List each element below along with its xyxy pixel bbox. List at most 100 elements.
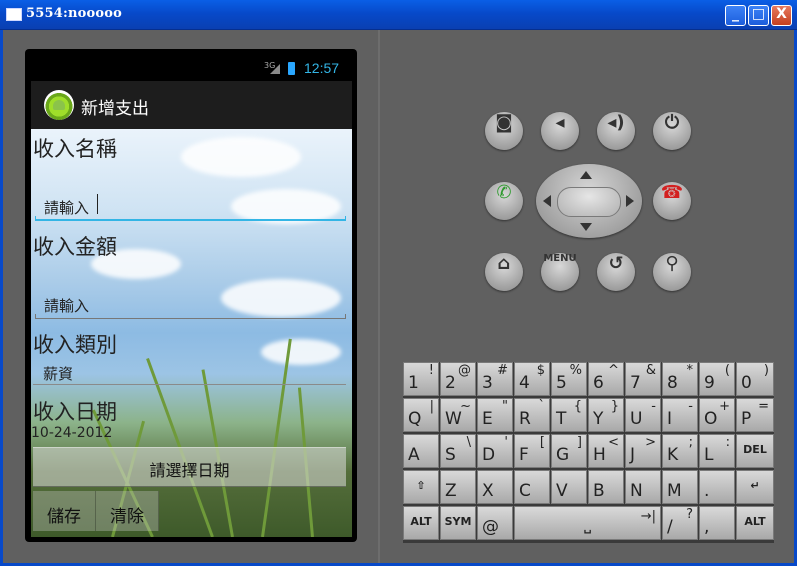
comma-key[interactable]: , <box>699 506 735 540</box>
dpad-down-icon[interactable] <box>580 223 592 231</box>
keyboard-key[interactable]: O + <box>699 398 735 432</box>
keyboard-key[interactable]: 8 * <box>662 362 698 396</box>
dpad-center-button[interactable] <box>557 187 621 217</box>
key-label: DEL <box>743 443 767 456</box>
keyboard-key[interactable]: I- <box>662 398 698 432</box>
keyboard-key[interactable]: 6 ^ <box>588 362 624 396</box>
call-button[interactable]: ✆ <box>485 182 523 220</box>
keyboard-key[interactable]: ↵ <box>736 470 774 504</box>
keyboard-key[interactable]: ⇧ <box>403 470 439 504</box>
keyboard-key[interactable]: P = <box>736 398 774 432</box>
key-alt-label: ; <box>688 435 693 450</box>
keyboard-key[interactable]: F[ <box>514 434 550 468</box>
volume-down-icon: ◂ <box>555 112 565 133</box>
sym-key[interactable]: SYM <box>440 506 476 540</box>
keyboard-key[interactable]: Q | <box>403 398 439 432</box>
battery-icon <box>288 62 295 75</box>
key-alt-label: ) <box>763 363 769 378</box>
key-alt-label: " <box>502 399 508 414</box>
key-label: I <box>667 409 673 429</box>
key-alt-label: [ <box>539 435 545 450</box>
keyboard-key[interactable]: H < <box>588 434 624 468</box>
keyboard-key[interactable]: C <box>514 470 550 504</box>
key-alt-label: + <box>719 399 730 414</box>
keyboard-key[interactable]: 4 $ <box>514 362 550 396</box>
key-label: X <box>482 481 494 501</box>
home-button[interactable]: ⌂ <box>485 253 523 291</box>
menu-button[interactable]: MENU <box>541 253 579 291</box>
dpad-up-icon[interactable] <box>580 171 592 179</box>
key-label: ␣ <box>583 521 592 534</box>
keyboard-key[interactable]: T{ <box>551 398 587 432</box>
camera-icon: ◙ <box>495 112 513 133</box>
keyboard-key[interactable]: S \ <box>440 434 476 468</box>
category-value: 薪資 <box>43 365 74 383</box>
keyboard-key[interactable]: L: <box>699 434 735 468</box>
maximize-button[interactable]: □ <box>748 5 769 26</box>
pick-date-button[interactable]: 請選擇日期 <box>33 447 346 487</box>
form-content: 收入名稱 請輸入 收入金額 請輸入 收入類別 薪資 收入日期 10-24-201… <box>31 129 352 537</box>
camera-button[interactable]: ◙ <box>485 112 523 150</box>
keyboard-key[interactable]: W ~ <box>440 398 476 432</box>
key-label: T <box>556 409 567 429</box>
keyboard-key[interactable]: 5% <box>551 362 587 396</box>
keyboard-key[interactable]: B <box>588 470 624 504</box>
android-logo-icon[interactable] <box>44 90 74 120</box>
back-button[interactable]: ↺ <box>597 253 635 291</box>
power-button[interactable]: ⏻ <box>653 112 691 150</box>
key-label: D <box>482 445 496 465</box>
keyboard-key[interactable]: Y} <box>588 398 624 432</box>
amount-input[interactable]: 請輸入 <box>35 289 346 319</box>
key-label: N <box>630 481 643 501</box>
keyboard-key[interactable]: 3 # <box>477 362 513 396</box>
volume-up-button[interactable]: ◂) <box>597 112 635 150</box>
space-key[interactable]: ␣ →| <box>514 506 661 540</box>
keyboard-key[interactable]: E " <box>477 398 513 432</box>
keyboard-key[interactable]: G] <box>551 434 587 468</box>
keyboard-key[interactable]: 7 & <box>625 362 661 396</box>
keyboard-key[interactable]: A <box>403 434 439 468</box>
dpad-left-icon[interactable] <box>543 195 551 207</box>
keyboard-key[interactable]: V <box>551 470 587 504</box>
keyboard-key[interactable]: 1! <box>403 362 439 396</box>
volume-down-button[interactable]: ◂ <box>541 112 579 150</box>
keyboard-key[interactable]: U- <box>625 398 661 432</box>
key-label: @ <box>482 517 499 537</box>
alt-right-key[interactable]: ALT <box>736 506 774 540</box>
key-label: ALT <box>744 515 766 528</box>
keyboard-key[interactable]: K; <box>662 434 698 468</box>
keyboard-key[interactable]: M <box>662 470 698 504</box>
keyboard-key[interactable]: DEL <box>736 434 774 468</box>
search-button[interactable]: ⚲ <box>653 253 691 291</box>
name-input[interactable]: 請輸入 <box>35 191 346 221</box>
key-alt-label: - <box>688 399 693 414</box>
keyboard-key[interactable]: 2 @ <box>440 362 476 396</box>
minimize-button[interactable]: _ <box>725 5 746 26</box>
dpad-right-icon[interactable] <box>626 195 634 207</box>
keyboard-key[interactable]: 0) <box>736 362 774 396</box>
key-label: ALT <box>410 515 432 528</box>
alt-left-key[interactable]: ALT <box>403 506 439 540</box>
key-label: ⇧ <box>416 479 426 492</box>
category-spinner[interactable]: 薪資 <box>33 359 346 385</box>
keyboard-key[interactable]: X <box>477 470 513 504</box>
keyboard-key[interactable]: J > <box>625 434 661 468</box>
slash-key[interactable]: / ? <box>662 506 698 540</box>
key-label: 9 <box>704 373 715 393</box>
close-button[interactable]: X <box>771 5 792 26</box>
power-icon: ⏻ <box>664 112 680 133</box>
keyboard-key[interactable]: Z <box>440 470 476 504</box>
keyboard-key[interactable]: . <box>699 470 735 504</box>
end-call-button[interactable]: ☎ <box>653 182 691 220</box>
keyboard-key[interactable]: 9( <box>699 362 735 396</box>
keyboard-key[interactable]: D ' <box>477 434 513 468</box>
clear-button[interactable]: 清除 <box>96 491 159 531</box>
at-key[interactable]: @ <box>477 506 513 540</box>
key-label: 6 <box>593 373 604 393</box>
key-label: / <box>667 517 673 537</box>
save-button[interactable]: 儲存 <box>33 491 96 531</box>
keyboard-key[interactable]: N <box>625 470 661 504</box>
keyboard-key[interactable]: R ` <box>514 398 550 432</box>
key-alt-label: ~ <box>460 399 471 414</box>
key-alt-label: ] <box>576 435 582 450</box>
